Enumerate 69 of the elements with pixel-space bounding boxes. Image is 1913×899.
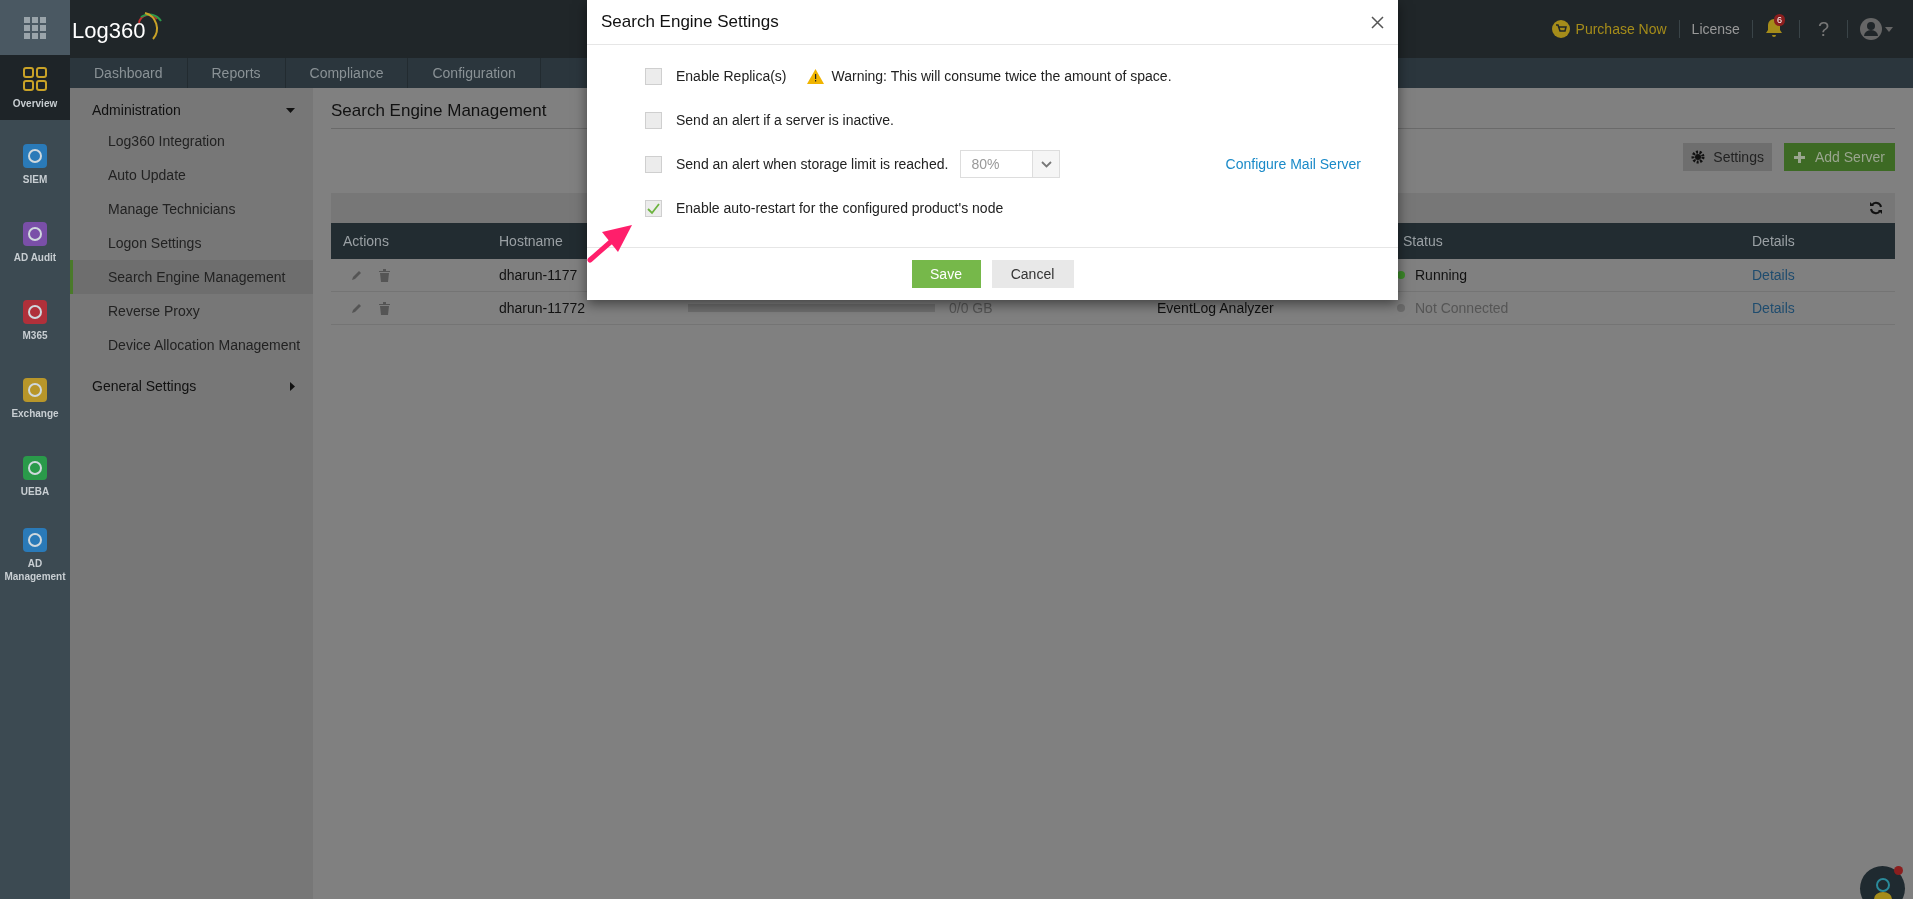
sidebar-section[interactable]: General Settings <box>70 372 313 400</box>
page-title: Search Engine Management <box>331 100 547 123</box>
caret-icon <box>286 107 295 113</box>
option-label: Enable Replica(s) <box>676 66 787 86</box>
caret-icon <box>1885 26 1893 32</box>
add-server-button[interactable]: Add Server <box>1783 143 1895 171</box>
percent-select[interactable]: 80% <box>960 150 1061 178</box>
rail-item[interactable]: Overview <box>0 55 70 120</box>
details-link[interactable]: Details <box>1740 264 1795 286</box>
table-cell-text: EventLog Analyzer <box>1156 299 1274 316</box>
sidebar-item[interactable]: Auto Update <box>70 158 313 192</box>
settings-button[interactable]: Settings <box>1683 143 1772 171</box>
option-label: Enable auto-restart for the configured product's node <box>676 198 1004 218</box>
sidebar-section[interactable]: Administration <box>70 96 313 124</box>
details-link[interactable]: Details <box>1740 297 1795 319</box>
sidebar-item[interactable]: Logon Settings <box>70 226 313 260</box>
notification-count: 6 <box>1773 14 1785 26</box>
close-icon[interactable] <box>1371 15 1384 29</box>
purchase-link[interactable]: Purchase Now <box>1551 18 1667 40</box>
column-header: Details <box>1751 231 1796 251</box>
cancel-button[interactable]: Cancel <box>991 260 1074 288</box>
rail-item[interactable]: AD Management <box>0 522 70 588</box>
sidebar-item[interactable]: Search Engine Management <box>70 260 313 294</box>
column-header: Actions <box>342 231 390 251</box>
warning-icon <box>806 68 824 84</box>
dialog-title: Search Engine Settings <box>601 11 779 34</box>
plus-icon <box>1793 151 1805 163</box>
table-cell-text: Running <box>1415 265 1468 285</box>
refresh-icon[interactable] <box>1869 201 1883 215</box>
column-header: Hostname <box>499 231 563 251</box>
checkbox[interactable] <box>645 155 662 173</box>
mail-server-link[interactable]: Configure Mail Server <box>1225 153 1361 175</box>
license-link[interactable]: License <box>1691 18 1740 40</box>
nav-tab[interactable]: Configuration <box>408 58 541 88</box>
cart-icon <box>1551 20 1570 38</box>
support-agent-icon <box>1871 876 1894 899</box>
sidebar-item[interactable]: Manage Technicians <box>70 192 313 226</box>
rail-item[interactable]: Exchange <box>0 366 70 432</box>
app-grid-button[interactable] <box>0 0 70 55</box>
rail-item[interactable]: SIEM <box>0 132 70 198</box>
sidebar-item[interactable]: Device Allocation Management <box>70 328 313 362</box>
column-header: Status <box>1402 231 1444 251</box>
rail-item[interactable]: M365 <box>0 288 70 354</box>
save-button[interactable]: Save <box>911 260 981 288</box>
grid-icon <box>24 16 46 39</box>
rail-item[interactable]: UEBA <box>0 444 70 510</box>
table-cell-text: dharun-1177 <box>498 265 579 285</box>
caret-icon <box>1040 160 1052 168</box>
user-menu-button[interactable] <box>1860 18 1893 40</box>
checkbox[interactable] <box>645 199 662 217</box>
sidebar-item[interactable]: Reverse Proxy <box>70 294 313 328</box>
chat-button[interactable] <box>1860 866 1905 899</box>
help-button[interactable]: ? <box>1811 14 1835 44</box>
logo: Log360 <box>72 11 166 47</box>
sidebar-item[interactable]: Log360 Integration <box>70 124 313 158</box>
table-cell-text: dharun-11772 <box>498 298 587 318</box>
gear-icon <box>1691 150 1706 164</box>
rail-item[interactable]: AD Audit <box>0 210 70 276</box>
edit-icon[interactable] <box>351 269 363 281</box>
delete-icon[interactable] <box>379 268 390 282</box>
option-label: Send an alert when storage limit is reached. <box>676 154 949 174</box>
warning-text: Warning: This will consume twice the amount of space. <box>831 66 1172 86</box>
pointer-arrow <box>587 224 633 264</box>
checkbox[interactable] <box>645 111 662 129</box>
caret-icon <box>290 381 295 391</box>
edit-icon[interactable] <box>351 302 363 314</box>
checkbox[interactable] <box>645 67 662 85</box>
delete-icon[interactable] <box>379 301 390 315</box>
option-label: Send an alert if a server is inactive. <box>676 110 894 130</box>
